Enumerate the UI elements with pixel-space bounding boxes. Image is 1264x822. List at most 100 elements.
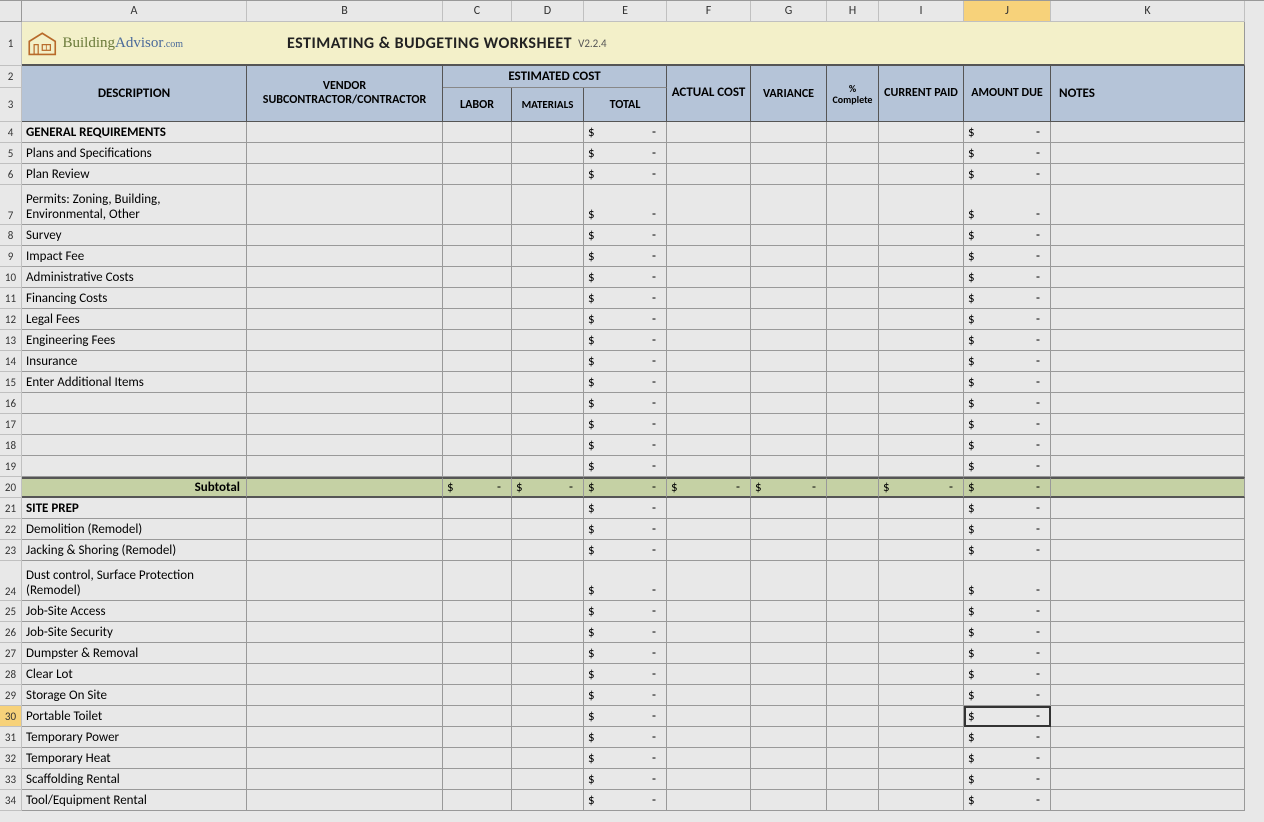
cell[interactable] [827, 685, 879, 706]
subtotal-pct[interactable] [827, 477, 879, 498]
cell[interactable] [751, 622, 827, 643]
subtotal-materials[interactable]: $- [512, 477, 584, 498]
cell[interactable] [751, 706, 827, 727]
cell[interactable] [751, 122, 827, 143]
amount-due-cell[interactable]: $- [964, 414, 1051, 435]
desc-cell[interactable]: Jacking & Shoring (Remodel) [22, 540, 247, 561]
total-cell[interactable]: $- [584, 122, 667, 143]
row-header-17[interactable]: 17 [0, 414, 22, 435]
notes-cell[interactable] [1051, 748, 1245, 769]
total-cell[interactable]: $- [584, 561, 667, 601]
cell[interactable] [751, 435, 827, 456]
cell[interactable] [879, 351, 964, 372]
cell[interactable] [879, 769, 964, 790]
cell[interactable] [827, 246, 879, 267]
amount-due-cell[interactable]: $- [964, 288, 1051, 309]
total-cell[interactable]: $- [584, 288, 667, 309]
total-cell[interactable]: $- [584, 372, 667, 393]
cell[interactable] [667, 561, 751, 601]
notes-cell[interactable] [1051, 519, 1245, 540]
cell[interactable] [443, 185, 512, 225]
row-header-8[interactable]: 8 [0, 225, 22, 246]
cell[interactable] [751, 414, 827, 435]
vendor-cell[interactable] [247, 664, 443, 685]
amount-due-cell[interactable]: $- [964, 143, 1051, 164]
amount-due-cell[interactable]: $- [964, 351, 1051, 372]
cell[interactable] [667, 601, 751, 622]
cell[interactable] [512, 164, 584, 185]
row-header-3[interactable]: 3 [0, 88, 22, 122]
cell[interactable] [827, 456, 879, 477]
cell[interactable] [879, 435, 964, 456]
select-all-corner[interactable] [0, 1, 22, 22]
vendor-cell[interactable] [247, 435, 443, 456]
desc-cell[interactable]: Portable Toilet [22, 706, 247, 727]
cell[interactable] [751, 664, 827, 685]
cell[interactable] [667, 143, 751, 164]
notes-cell[interactable] [1051, 561, 1245, 601]
cell[interactable] [443, 330, 512, 351]
cell[interactable] [879, 643, 964, 664]
total-cell[interactable]: $- [584, 664, 667, 685]
cell[interactable] [443, 519, 512, 540]
cell[interactable] [667, 164, 751, 185]
amount-due-cell[interactable]: $- [964, 246, 1051, 267]
vendor-cell[interactable] [247, 748, 443, 769]
cell[interactable] [879, 622, 964, 643]
notes-cell[interactable] [1051, 435, 1245, 456]
amount-due-cell[interactable]: $- [964, 540, 1051, 561]
row-header-7[interactable]: 7 [0, 185, 22, 225]
cell[interactable] [827, 601, 879, 622]
cell[interactable] [512, 185, 584, 225]
notes-cell[interactable] [1051, 790, 1245, 811]
desc-cell[interactable]: Enter Additional Items [22, 372, 247, 393]
amount-due-cell[interactable]: $- [964, 727, 1051, 748]
total-cell[interactable]: $- [584, 309, 667, 330]
notes-cell[interactable] [1051, 351, 1245, 372]
cell[interactable] [827, 498, 879, 519]
cell[interactable] [443, 498, 512, 519]
row-header-26[interactable]: 26 [0, 622, 22, 643]
desc-cell[interactable]: Insurance [22, 351, 247, 372]
vendor-cell[interactable] [247, 685, 443, 706]
cell[interactable] [667, 519, 751, 540]
total-cell[interactable]: $- [584, 685, 667, 706]
cell[interactable] [443, 601, 512, 622]
row-header-24[interactable]: 24 [0, 561, 22, 601]
amount-due-cell[interactable]: $- [964, 706, 1051, 727]
total-cell[interactable]: $- [584, 622, 667, 643]
total-cell[interactable]: $- [584, 643, 667, 664]
desc-cell[interactable]: Dust control, Surface Protection (Remode… [22, 561, 247, 601]
col-header-A[interactable]: A [22, 1, 247, 22]
cell[interactable] [879, 122, 964, 143]
vendor-cell[interactable] [247, 330, 443, 351]
vendor-cell[interactable] [247, 601, 443, 622]
cell[interactable] [827, 540, 879, 561]
cell[interactable] [879, 664, 964, 685]
notes-cell[interactable] [1051, 143, 1245, 164]
cell[interactable] [512, 143, 584, 164]
row-header-25[interactable]: 25 [0, 601, 22, 622]
amount-due-cell[interactable]: $- [964, 267, 1051, 288]
cell[interactable] [443, 288, 512, 309]
cell[interactable] [667, 122, 751, 143]
cell[interactable] [667, 727, 751, 748]
total-cell[interactable]: $- [584, 435, 667, 456]
cell[interactable] [827, 267, 879, 288]
notes-cell[interactable] [1051, 727, 1245, 748]
amount-due-cell[interactable]: $- [964, 185, 1051, 225]
cell[interactable] [443, 540, 512, 561]
cell[interactable] [512, 790, 584, 811]
cell[interactable] [827, 664, 879, 685]
vendor-cell[interactable] [247, 727, 443, 748]
cell[interactable] [827, 143, 879, 164]
amount-due-cell[interactable]: $- [964, 164, 1051, 185]
cell[interactable] [667, 664, 751, 685]
cell[interactable] [443, 414, 512, 435]
cell[interactable] [512, 267, 584, 288]
amount-due-cell[interactable]: $- [964, 601, 1051, 622]
cell[interactable] [443, 435, 512, 456]
desc-cell[interactable]: Financing Costs [22, 288, 247, 309]
cell[interactable] [512, 414, 584, 435]
total-cell[interactable]: $- [584, 790, 667, 811]
